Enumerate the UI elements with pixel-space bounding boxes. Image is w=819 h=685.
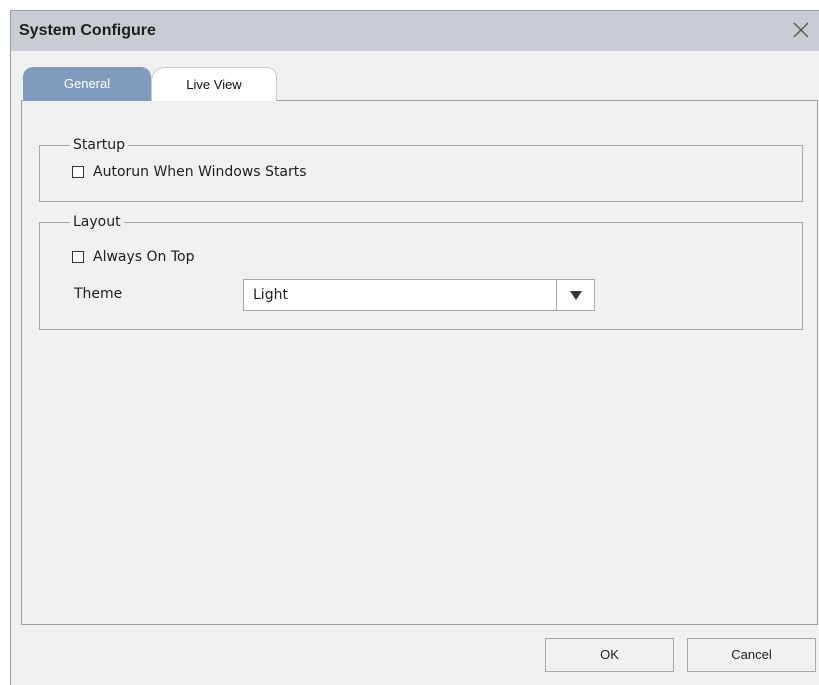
dialog-title: System Configure — [19, 22, 156, 39]
theme-dropdown-button[interactable] — [556, 280, 594, 310]
title-bar: System Configure — [11, 11, 819, 51]
close-icon — [793, 22, 809, 38]
general-tab-panel: Startup Autorun When Windows Starts Layo… — [21, 100, 818, 625]
always-on-top-checkbox-row[interactable]: Always On Top — [72, 248, 195, 266]
autorun-checkbox-row[interactable]: Autorun When Windows Starts — [72, 163, 307, 181]
autorun-checkbox[interactable] — [72, 166, 84, 178]
cancel-button[interactable]: Cancel — [687, 638, 816, 672]
tab-general[interactable]: General — [23, 67, 151, 101]
theme-label: Theme — [74, 286, 123, 302]
startup-legend: Startup — [70, 136, 128, 154]
startup-group: Startup Autorun When Windows Starts — [39, 136, 803, 202]
layout-legend: Layout — [70, 213, 124, 231]
close-button[interactable] — [792, 21, 810, 39]
tab-live-view[interactable]: Live View — [151, 67, 277, 101]
theme-select-value: Light — [253, 287, 288, 303]
always-on-top-label: Always On Top — [93, 249, 195, 265]
theme-select[interactable]: Light — [243, 279, 595, 311]
layout-group: Layout Always On Top Theme Light — [39, 213, 803, 330]
always-on-top-checkbox[interactable] — [72, 251, 84, 263]
autorun-label: Autorun When Windows Starts — [93, 164, 307, 180]
tab-bar: General Live View — [23, 67, 323, 101]
ok-button[interactable]: OK — [545, 638, 674, 672]
triangle-down-icon — [570, 291, 582, 300]
system-configure-dialog: System Configure General Live View Start… — [10, 10, 819, 685]
